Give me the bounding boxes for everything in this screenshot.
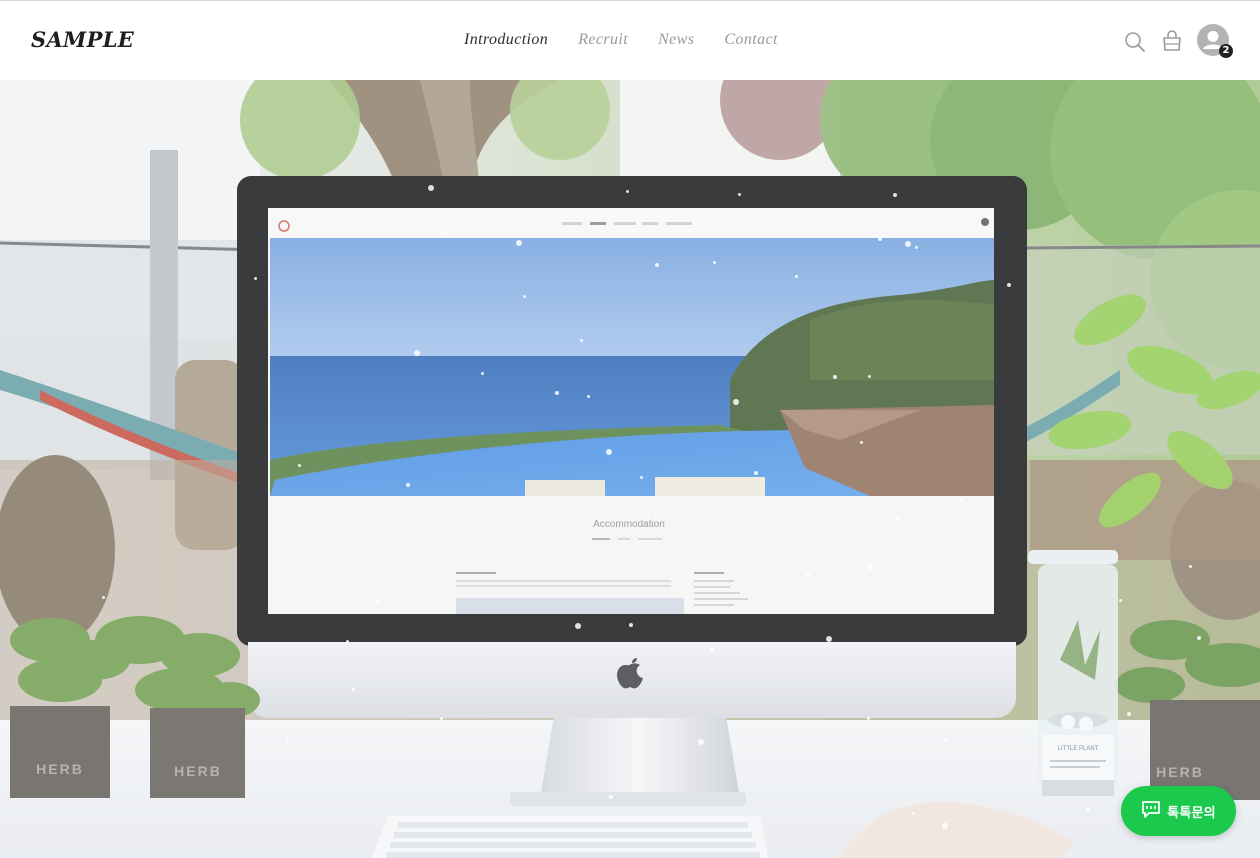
nav-recruit[interactable]: Recruit	[578, 31, 628, 49]
main-nav: Introduction Recruit News Contact	[464, 31, 808, 49]
nav-contact[interactable]: Contact	[724, 31, 777, 49]
nav-introduction[interactable]: Introduction	[464, 31, 548, 49]
shopping-bag-icon[interactable]	[1162, 30, 1182, 52]
chat-bubble-icon	[1141, 799, 1161, 823]
hero-banner: Accommodation HERB HERB HERB LITTLE PLAN…	[0, 80, 1260, 858]
hero-scene: Accommodation HERB HERB HERB LITTLE PLAN…	[0, 80, 1260, 858]
site-logo[interactable]: SAMPLE	[31, 27, 134, 52]
talk-inquiry-button[interactable]: 톡톡문의	[1121, 786, 1236, 836]
search-icon[interactable]	[1124, 31, 1146, 53]
site-header: SAMPLE Introduction Recruit News Contact…	[0, 0, 1260, 80]
nav-news[interactable]: News	[658, 31, 694, 49]
talk-inquiry-label: 톡톡문의	[1167, 805, 1216, 821]
cart-count-badge: 2	[1219, 44, 1233, 58]
